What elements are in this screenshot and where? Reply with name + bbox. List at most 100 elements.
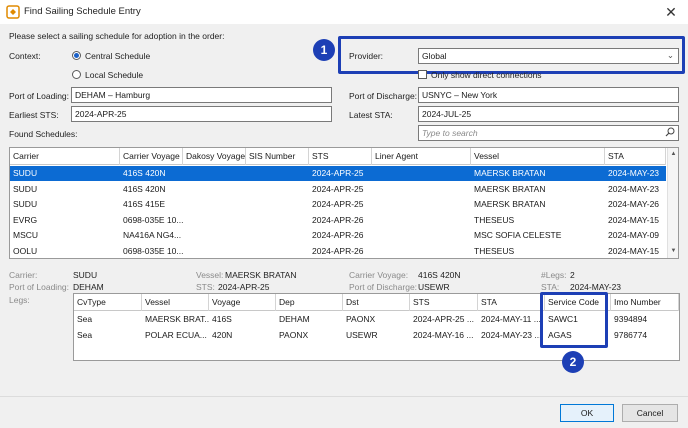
cell-vessel: MAERSK BRATAN — [474, 199, 546, 209]
latest-sta-input[interactable]: 2024-JUL-25 — [418, 106, 679, 122]
scroll-down-icon[interactable]: ▼ — [670, 248, 677, 255]
cell-liner-agent — [372, 228, 471, 243]
earliest-sts-input[interactable]: 2024-APR-25 — [71, 106, 332, 122]
schedules-scrollbar[interactable]: ▲ ▼ — [667, 148, 678, 258]
detail-legs-count-value: 2 — [570, 270, 575, 280]
col-leg-sts[interactable]: STS — [410, 294, 478, 311]
cell-carrier: EVRG — [13, 214, 38, 225]
earliest-sts-label: Earliest STS: — [9, 110, 59, 120]
ok-button[interactable]: OK — [560, 404, 614, 422]
schedules-grid[interactable]: Carrier Carrier Voyage Dakosy Voyage SIS… — [9, 147, 679, 259]
leg-cell-dep: PAONX — [279, 330, 309, 340]
chevron-down-icon: ⌄ — [666, 50, 674, 60]
cell-liner-agent — [372, 244, 471, 259]
leg-cell-sts: 2024-APR-25 ... — [413, 314, 474, 324]
schedule-row[interactable]: OOLU 0698-035E 10... 2024-APR-26 THESEUS 202… — [10, 244, 666, 259]
port-of-discharge-input[interactable]: USNYC – New York — [418, 87, 679, 103]
cell-liner-agent — [372, 182, 471, 197]
cell-sis-number — [246, 228, 309, 243]
leg-cell-imo-number: 9786774 — [614, 330, 648, 340]
cell-carrier-voyage: 0698-035E 10... — [123, 245, 183, 256]
radio-local-schedule[interactable] — [72, 70, 81, 79]
col-carrier[interactable]: Carrier — [10, 148, 120, 165]
context-label: Context: — [9, 51, 41, 61]
cell-carrier-voyage: 416S 415E — [123, 199, 166, 209]
col-imo-number[interactable]: Imo Number — [611, 294, 679, 311]
col-sts[interactable]: STS — [309, 148, 372, 165]
detail-carrier-voyage-label: Carrier Voyage: — [349, 270, 409, 280]
callout-badge-2: 2 — [562, 351, 584, 373]
service-code-highlight — [540, 292, 608, 348]
col-dep[interactable]: Dep — [276, 294, 343, 311]
cell-carrier: MSCU — [13, 230, 39, 240]
cell-dakosy-voyage — [183, 213, 246, 228]
legs-label: Legs: — [9, 295, 30, 305]
cell-sts: 2024-APR-25 — [312, 168, 364, 178]
col-carrier-voyage[interactable]: Carrier Voyage — [120, 148, 183, 165]
leg-cell-sta: 2024-MAY-23 ... — [481, 330, 542, 340]
cell-vessel: THESEUS — [474, 214, 515, 225]
col-sis-number[interactable]: SIS Number — [246, 148, 309, 165]
col-dst[interactable]: Dst — [343, 294, 410, 311]
cell-sta: 2024-MAY-15 — [608, 245, 660, 256]
latest-sta-label: Latest STA: — [349, 110, 393, 120]
search-icon — [665, 127, 675, 139]
leg-cell-dst: USEWR — [346, 330, 378, 340]
cell-sis-number — [246, 244, 309, 259]
col-leg-sta[interactable]: STA — [478, 294, 545, 311]
cell-sts: 2024-APR-26 — [312, 214, 364, 225]
cell-carrier-voyage: 416S 420N — [123, 183, 166, 194]
close-icon[interactable]: ✕ — [660, 3, 682, 21]
leg-cell-dst: PAONX — [346, 314, 376, 324]
col-cvtype[interactable]: CvType — [74, 294, 142, 311]
detail-legs-count-label: #Legs: — [541, 270, 567, 280]
port-of-loading-input[interactable]: DEHAM – Hamburg — [71, 87, 332, 103]
cell-vessel: MAERSK BRATAN — [474, 183, 546, 194]
cell-carrier-voyage: 0698-035E 10... — [123, 214, 183, 225]
schedule-row[interactable]: SUDU 416S 420N 2024-APR-25 MAERSK BRATAN 202… — [10, 182, 666, 197]
port-of-discharge-label: Port of Discharge: — [349, 91, 418, 101]
schedule-row[interactable]: SUDU 416S 415E 2024-APR-25 MAERSK BRATAN 202… — [10, 197, 666, 212]
cancel-button[interactable]: Cancel — [622, 404, 678, 422]
col-leg-vessel[interactable]: Vessel — [142, 294, 209, 311]
cell-sis-number — [246, 197, 309, 212]
col-sta[interactable]: STA — [605, 148, 666, 165]
direct-connections-label[interactable]: Only show direct connections — [431, 70, 542, 80]
cell-dakosy-voyage — [183, 228, 246, 243]
col-dakosy-voyage[interactable]: Dakosy Voyage — [183, 148, 246, 165]
app-window-icon — [6, 5, 20, 19]
cell-carrier-voyage: 416S 420N — [123, 168, 166, 178]
cell-sts: 2024-APR-25 — [312, 199, 364, 209]
cell-sta: 2024-MAY-15 — [608, 214, 660, 225]
cell-vessel: THESEUS — [474, 245, 515, 256]
scroll-up-icon[interactable]: ▲ — [670, 151, 677, 158]
leg-cell-sta: 2024-MAY-11 ... — [481, 314, 541, 324]
schedule-row[interactable]: EVRG 0698-035E 10... 2024-APR-26 THESEUS 202… — [10, 213, 666, 228]
col-voyage[interactable]: Voyage — [209, 294, 276, 311]
col-vessel[interactable]: Vessel — [471, 148, 605, 165]
cell-carrier: SUDU — [13, 199, 38, 209]
leg-cell-sts: 2024-MAY-16 ... — [413, 330, 474, 340]
provider-select[interactable]: Global ⌄ — [418, 48, 679, 64]
detail-sta-label: STA: — [541, 282, 560, 292]
cell-dakosy-voyage — [183, 197, 246, 212]
central-schedule-label[interactable]: Central Schedule — [85, 51, 150, 61]
detail-vessel-label: Vessel: — [196, 270, 224, 280]
window-title: Find Sailing Schedule Entry — [24, 6, 141, 17]
radio-central-schedule[interactable] — [72, 51, 81, 60]
leg-cell-dep: DEHAM — [279, 314, 310, 324]
cell-sis-number — [246, 213, 309, 228]
detail-sts-value: 2024-APR-25 — [218, 282, 270, 292]
provider-value: Global — [422, 51, 447, 61]
detail-carrier-value: SUDU — [73, 270, 98, 280]
detail-pol-value: DEHAM — [73, 282, 104, 292]
col-liner-agent[interactable]: Liner Agent — [372, 148, 471, 165]
search-placeholder: Type to search — [422, 128, 478, 138]
detail-sts-label: STS: — [196, 282, 215, 292]
direct-connections-checkbox[interactable] — [418, 70, 427, 79]
schedule-row[interactable]: SUDU 416S 420N 2024-APR-25 MAERSK BRATAN 202… — [10, 166, 666, 181]
schedule-row[interactable]: MSCU NA416A NG4... 2024-APR-26 MSC SOFIA CE… — [10, 228, 666, 243]
search-input[interactable]: Type to search — [418, 125, 679, 141]
local-schedule-label[interactable]: Local Schedule — [85, 70, 143, 80]
detail-pol-label: Port of Loading: — [9, 282, 70, 292]
